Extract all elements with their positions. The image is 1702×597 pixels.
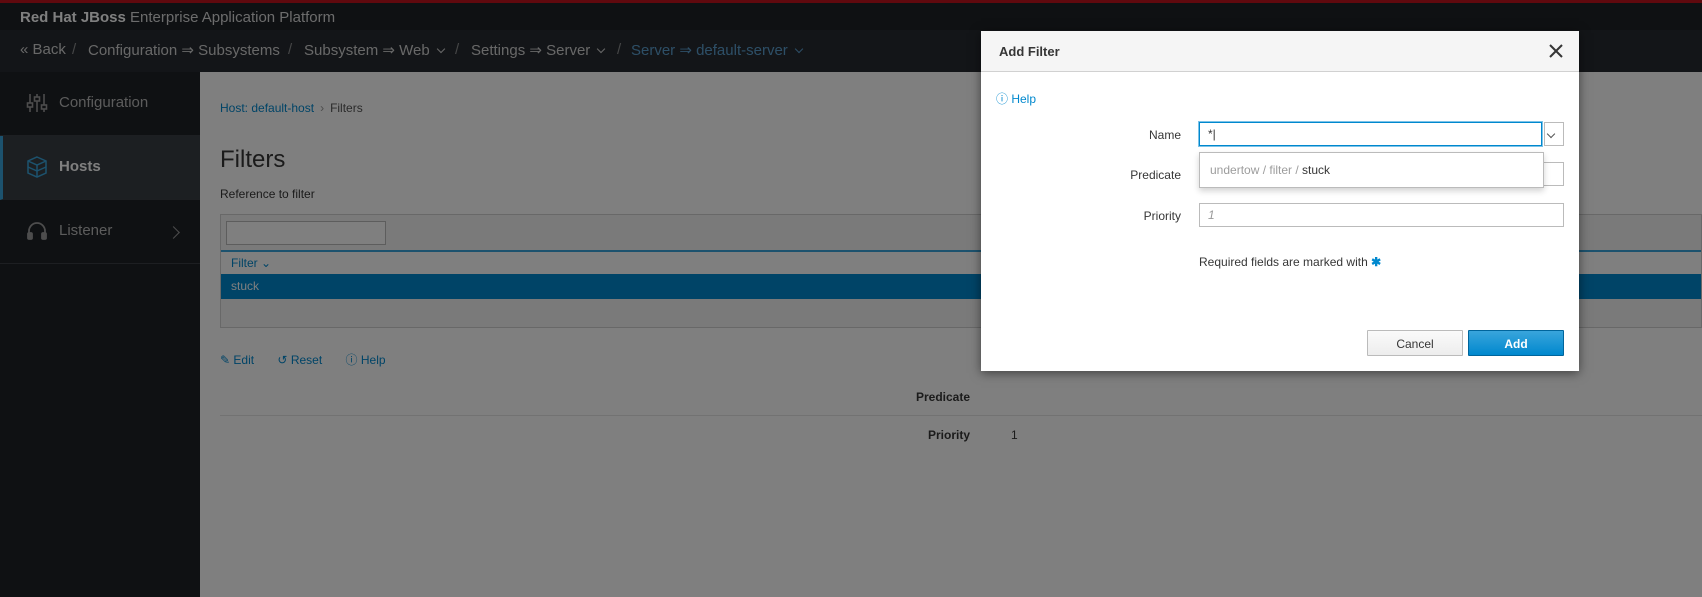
close-icon[interactable]: [1547, 42, 1565, 60]
priority-label: Priority: [1143, 209, 1181, 223]
name-label: Name: [1148, 128, 1181, 142]
dialog-header: Add Filter: [981, 31, 1579, 72]
dialog-title: Add Filter: [999, 44, 1060, 59]
chevron-down-icon: [1546, 129, 1556, 139]
add-filter-dialog: Add Filter ⓘ Help Name *| Predicate Prio…: [981, 31, 1579, 371]
dialog-help-link[interactable]: ⓘ Help: [996, 90, 1036, 107]
priority-input[interactable]: 1: [1199, 203, 1564, 227]
typeahead-suggestion[interactable]: undertow / filter / stuck: [1199, 152, 1544, 188]
required-star-icon: ✱: [1371, 255, 1382, 269]
name-dropdown-button[interactable]: [1544, 122, 1564, 146]
cancel-button[interactable]: Cancel: [1367, 330, 1463, 356]
required-fields-note: Required fields are marked with ✱: [1199, 255, 1382, 269]
add-button[interactable]: Add: [1468, 330, 1564, 356]
name-input[interactable]: *|: [1199, 122, 1542, 146]
predicate-label: Predicate: [1130, 168, 1181, 182]
